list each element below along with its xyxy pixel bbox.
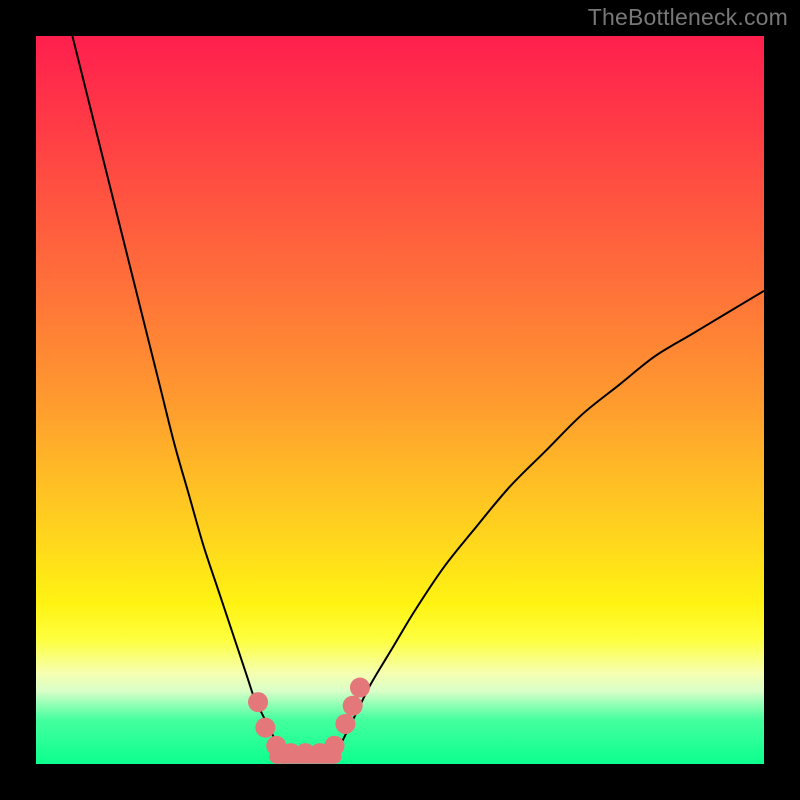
marker-dot: [335, 714, 355, 734]
marker-dot: [343, 696, 363, 716]
marker-dot: [324, 736, 344, 756]
curve-overlay: [36, 36, 764, 764]
plot-area: [36, 36, 764, 764]
curve-left: [72, 36, 283, 757]
watermark-text: TheBottleneck.com: [588, 4, 788, 31]
chart-frame: TheBottleneck.com: [0, 0, 800, 800]
marker-dot: [248, 692, 268, 712]
marker-dot: [255, 718, 275, 738]
marker-dot: [350, 678, 370, 698]
marker-dots: [248, 678, 370, 764]
curve-right: [334, 291, 764, 757]
